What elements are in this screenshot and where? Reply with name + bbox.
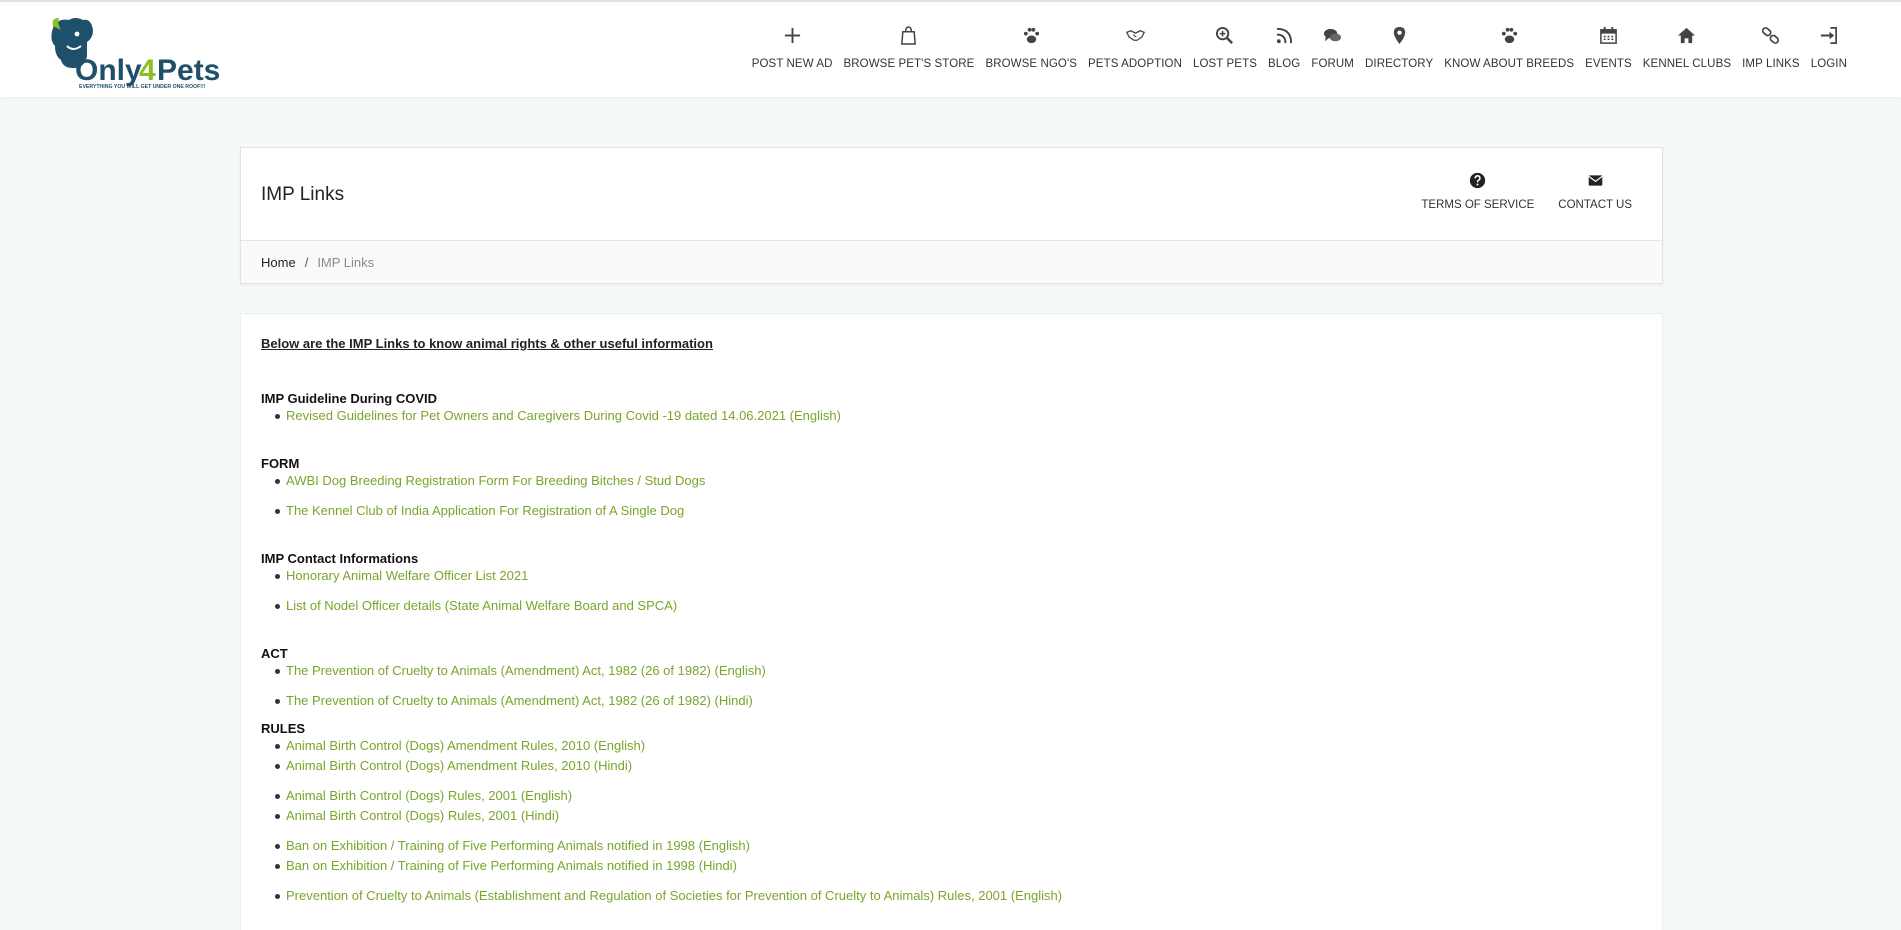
map-marker-icon — [1388, 24, 1410, 46]
intro-heading: Below are the IMP Links to know animal r… — [261, 336, 713, 351]
nav-label: FORUM — [1311, 58, 1354, 70]
site-logo[interactable]: Only 4 Pets EVERYTHING YOU WILL GET UNDE… — [47, 16, 220, 90]
link-item[interactable]: List of Nodel Officer details (State Ani… — [275, 596, 1642, 616]
search-plus-icon — [1214, 24, 1236, 46]
breadcrumb-home[interactable]: Home — [261, 255, 296, 270]
link-item[interactable]: Animal Birth Control (Dogs) Amendment Ru… — [275, 736, 1642, 756]
shopping-bag-icon — [898, 24, 920, 46]
link-item[interactable]: The Prevention of Cruelty to Animals (Am… — [275, 661, 1642, 681]
link-item[interactable]: Revised Guidelines for Pet Owners and Ca… — [275, 406, 1642, 426]
paw-icon — [1498, 24, 1520, 46]
link-list: The Prevention of Cruelty to Animals (Am… — [261, 661, 1642, 711]
logo-image: Only 4 Pets EVERYTHING YOU WILL GET UNDE… — [51, 18, 220, 90]
nav-browse-ngos[interactable]: BROWSE NGO'S — [981, 24, 1081, 70]
question-circle-icon — [1470, 172, 1486, 189]
nav-label: KENNEL CLUBS — [1642, 58, 1732, 70]
nav-directory[interactable]: DIRECTORY — [1361, 24, 1437, 70]
breadcrumb-current: IMP Links — [317, 254, 375, 270]
nav-know-about-breeds[interactable]: KNOW ABOUT BREEDS — [1440, 24, 1578, 70]
contact-us-link[interactable]: CONTACT US — [1558, 172, 1632, 211]
nav-lost-pets[interactable]: LOST PETS — [1189, 24, 1261, 70]
svg-text:Pets: Pets — [157, 54, 219, 87]
link-item[interactable]: The Prevention of Cruelty to Animals (Am… — [275, 691, 1642, 711]
page-header-card: IMP Links TERMS OF SERVICE CONTACT US Ho… — [240, 147, 1663, 284]
main-content: Below are the IMP Links to know animal r… — [240, 313, 1663, 930]
section-covid: IMP Guideline During COVID Revised Guide… — [261, 391, 1642, 426]
link-item[interactable]: Ban on Exhibition / Training of Five Per… — [275, 836, 1642, 856]
link-list: AWBI Dog Breeding Registration Form For … — [261, 471, 1642, 521]
terms-label: TERMS OF SERVICE — [1421, 199, 1535, 211]
link-item[interactable]: The Kennel Club of India Application For… — [275, 501, 1642, 521]
home-icon — [1676, 24, 1698, 46]
section-title: FORM — [261, 456, 300, 471]
section-title: IMP Contact Informations — [261, 551, 419, 566]
page-actions: TERMS OF SERVICE CONTACT US — [1397, 172, 1632, 211]
nav-login[interactable]: LOGIN — [1807, 24, 1851, 70]
nav-label: PETS ADOPTION — [1088, 58, 1182, 70]
link-item[interactable]: Animal Birth Control (Dogs) Amendment Ru… — [275, 756, 1642, 776]
plus-icon — [781, 24, 803, 46]
svg-text:EVERYTHING YOU WILL GET UNDER: EVERYTHING YOU WILL GET UNDER ONE ROOF!!… — [79, 84, 206, 90]
link-item[interactable]: AWBI Dog Breeding Registration Form For … — [275, 471, 1642, 491]
main-nav: POST NEW AD BROWSE PET'S STORE BROWSE NG… — [745, 24, 1851, 70]
nav-label: BROWSE PET'S STORE — [843, 58, 975, 70]
breadcrumb: Home / IMP Links — [241, 241, 1662, 283]
link-item[interactable]: Ban on Exhibition / Training of Five Per… — [275, 856, 1642, 876]
link-list: Revised Guidelines for Pet Owners and Ca… — [261, 406, 1642, 426]
nav-label: POST NEW AD — [751, 58, 833, 70]
nav-label: LOGIN — [1810, 58, 1847, 70]
comments-icon — [1322, 24, 1344, 46]
nav-label: IMP LINKS — [1742, 58, 1800, 70]
page-title: IMP Links — [261, 184, 345, 205]
link-item[interactable]: Animal Birth Control (Dogs) Rules, 2001 … — [275, 806, 1642, 826]
svg-text:Only: Only — [75, 54, 142, 87]
link-item[interactable]: Honorary Animal Welfare Officer List 202… — [275, 566, 1642, 586]
nav-label: EVENTS — [1585, 58, 1632, 70]
section-act: ACT The Prevention of Cruelty to Animals… — [261, 646, 1642, 711]
title-row: IMP Links TERMS OF SERVICE CONTACT US — [241, 148, 1662, 241]
nav-label: KNOW ABOUT BREEDS — [1444, 58, 1575, 70]
paw-icon — [1020, 24, 1042, 46]
nav-pets-adoption[interactable]: PETS ADOPTION — [1084, 24, 1186, 70]
nav-browse-pets-store[interactable]: BROWSE PET'S STORE — [840, 24, 979, 70]
handshake-icon — [1124, 24, 1146, 46]
section-title: ACT — [261, 646, 288, 661]
rss-icon — [1273, 24, 1295, 46]
nav-forum[interactable]: FORUM — [1307, 24, 1358, 70]
link-list: Animal Birth Control (Dogs) Amendment Ru… — [261, 736, 1642, 906]
nav-post-new-ad[interactable]: POST NEW AD — [748, 24, 837, 70]
nav-label: BROWSE NGO'S — [985, 58, 1078, 70]
section-title: IMP Guideline During COVID — [261, 391, 437, 406]
nav-blog[interactable]: BLOG — [1264, 24, 1304, 70]
link-list: Honorary Animal Welfare Officer List 202… — [261, 566, 1642, 616]
section-form: FORM AWBI Dog Breeding Registration Form… — [261, 456, 1642, 521]
nav-kennel-clubs[interactable]: KENNEL CLUBS — [1639, 24, 1735, 70]
envelope-icon — [1587, 175, 1603, 186]
section-contact-info: IMP Contact Informations Honorary Animal… — [261, 551, 1642, 616]
nav-label: BLOG — [1267, 58, 1301, 70]
nav-imp-links[interactable]: IMP LINKS — [1738, 24, 1804, 70]
link-item[interactable]: Animal Birth Control (Dogs) Rules, 2001 … — [275, 786, 1642, 806]
link-item[interactable]: Prevention of Cruelty to Animals (Establ… — [275, 886, 1642, 906]
site-header: Only 4 Pets EVERYTHING YOU WILL GET UNDE… — [0, 0, 1901, 97]
nav-events[interactable]: EVENTS — [1581, 24, 1636, 70]
section-title: RULES — [261, 721, 306, 736]
section-rules: RULES Animal Birth Control (Dogs) Amendm… — [261, 721, 1642, 906]
svg-text:4: 4 — [139, 54, 156, 87]
sign-in-icon — [1818, 24, 1840, 46]
link-icon — [1760, 24, 1782, 46]
calendar-icon — [1597, 24, 1619, 46]
breadcrumb-separator: / — [304, 254, 309, 270]
terms-of-service-link[interactable]: TERMS OF SERVICE — [1421, 172, 1534, 211]
nav-label: LOST PETS — [1193, 58, 1257, 70]
nav-label: DIRECTORY — [1365, 58, 1434, 70]
contact-label: CONTACT US — [1558, 199, 1632, 211]
